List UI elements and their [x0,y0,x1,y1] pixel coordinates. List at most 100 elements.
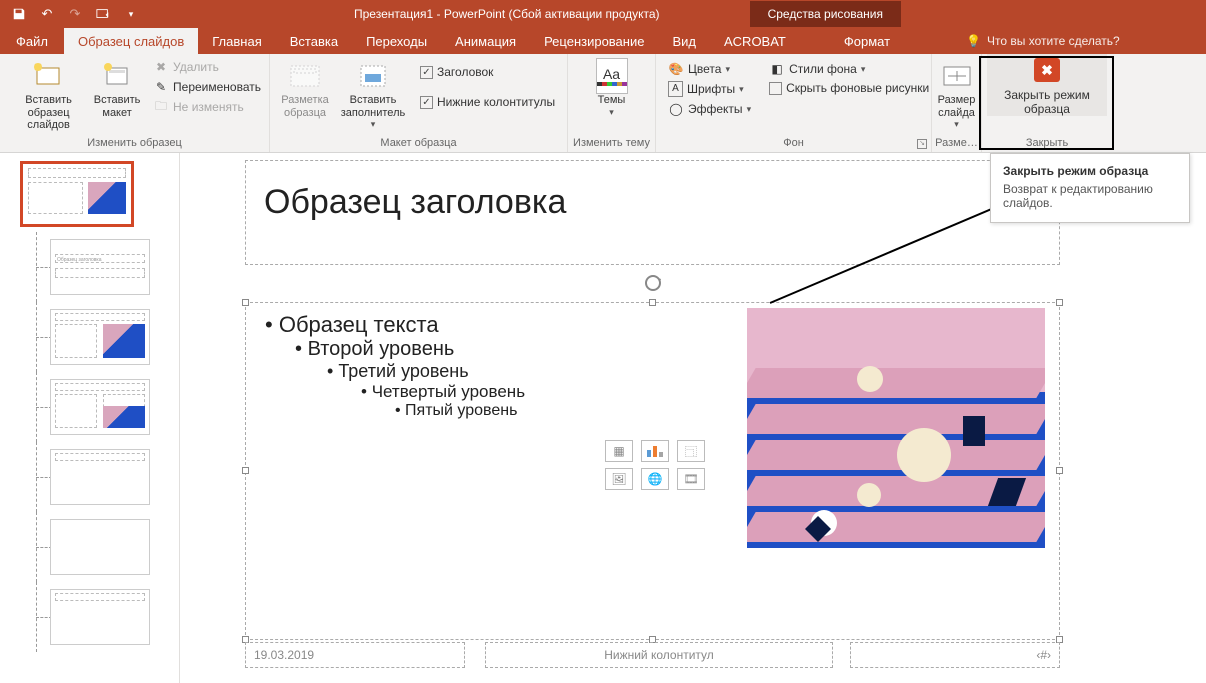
checkbox-icon: ✓ [420,66,433,79]
title-placeholder[interactable]: Образец заголовка [245,160,1060,265]
tooltip: Закрыть режим образца Возврат к редактир… [990,153,1190,223]
insert-table-icon[interactable]: ▦ [605,440,633,462]
insert-picture-icon[interactable]: 🖼 [605,468,633,490]
tell-me-placeholder: Что вы хотите сделать? [987,34,1120,48]
tell-me-search[interactable]: 💡 Что вы хотите сделать? [966,28,1120,54]
colors-button[interactable]: 🎨Цвета▾ [666,60,753,78]
close-icon: ✖ [1034,58,1060,82]
group-label: Разме… [932,135,981,152]
ribbon-tabs: Файл Образец слайдов Главная Вставка Пер… [0,28,1206,54]
group-label: Макет образца [270,135,567,152]
themes-icon: Aa [596,58,628,94]
slide-number-placeholder[interactable]: ‹#› [850,642,1060,668]
preserve-button: 🗀Не изменять [151,98,263,116]
preserve-icon: 🗀 [153,99,169,115]
date-placeholder[interactable]: 19.03.2019 [245,642,465,668]
insert-placeholder-icon [357,60,389,92]
colors-icon: 🎨 [668,61,684,77]
thumbnail-pane[interactable]: Образец заголовка [0,153,180,683]
rotate-handle-icon[interactable] [642,272,664,294]
tab-insert[interactable]: Вставка [276,28,352,54]
effects-icon: ◯ [668,101,684,117]
lightbulb-icon: 💡 [966,34,981,48]
hide-background-checkbox[interactable]: Скрыть фоновые рисунки [767,80,931,96]
tab-home[interactable]: Главная [198,28,275,54]
picture-placeholder[interactable] [747,308,1045,548]
tab-review[interactable]: Рецензирование [530,28,658,54]
insert-layout-button[interactable]: Вставить макет [91,58,143,119]
redo-button[interactable]: ↷ [62,2,88,26]
insert-slide-master-button[interactable]: Вставить образец слайдов [6,58,91,132]
chevron-down-icon: ▾ [609,107,614,117]
slide-size-button[interactable]: Размер слайда▾ [938,58,976,130]
close-master-view-button[interactable]: ✖ Закрыть режим образца [987,54,1107,116]
group-edit-theme: Aa Темы ▾ Изменить тему [568,54,656,152]
fonts-icon: A [668,81,683,97]
insert-slide-master-icon [33,60,65,92]
checkbox-icon [769,82,782,95]
insert-smartart-icon[interactable]: ⿹ [677,440,705,462]
insert-online-picture-icon[interactable]: 🌐 [641,468,669,490]
tab-acrobat[interactable]: ACROBAT [710,28,800,54]
slide-canvas[interactable]: Образец заголовка Образец текста Второй … [180,153,1206,683]
start-from-beginning-button[interactable] [90,2,116,26]
tab-slide-master[interactable]: Образец слайдов [64,28,198,54]
tab-view[interactable]: Вид [658,28,710,54]
title-checkbox[interactable]: ✓Заголовок [418,64,557,80]
layout-thumbnail[interactable] [0,379,179,435]
master-thumbnail[interactable] [0,163,179,225]
tab-file[interactable]: Файл [0,28,64,54]
themes-button[interactable]: Aa Темы ▾ [583,58,641,117]
ribbon: Вставить образец слайдов Вставить макет … [0,54,1206,153]
dialog-launcher-icon[interactable]: ↘ [917,139,927,149]
window-title: Презентация1 - PowerPoint (Сбой активаци… [354,7,660,21]
insert-video-icon[interactable]: 🎞 [677,468,705,490]
layout-thumbnail[interactable] [0,309,179,365]
group-label: Изменить образец [0,135,269,152]
insert-chart-icon[interactable] [641,440,669,462]
layout-thumbnail[interactable] [0,589,179,645]
placeholder-content-icons: ▦ ⿹ 🖼 🌐 🎞 [605,440,707,490]
tab-animations[interactable]: Анимация [441,28,530,54]
layout-thumbnail[interactable] [0,519,179,575]
chevron-down-icon: ▾ [371,119,376,129]
checkbox-icon: ✓ [420,96,433,109]
tab-format[interactable]: Формат [830,28,904,54]
insert-layout-icon [101,60,133,92]
group-size: Размер слайда▾ Разме… [932,54,982,152]
quick-access-toolbar: ↶ ↷ ▾ [0,2,144,26]
footer-placeholder[interactable]: Нижний колонтитул [485,642,833,668]
rename-button[interactable]: ✎Переименовать [151,78,263,96]
delete-icon: ✖ [153,59,169,75]
qat-customize-button[interactable]: ▾ [118,2,144,26]
group-label: Закрыть [982,135,1112,152]
slide: Образец заголовка Образец текста Второй … [245,160,1060,668]
fonts-button[interactable]: AШрифты▾ [666,80,753,98]
title-bar: ↶ ↷ ▾ Презентация1 - PowerPoint (Сбой ак… [0,0,1206,28]
effects-button[interactable]: ◯Эффекты▾ [666,100,753,118]
delete-layout-button: ✖Удалить [151,58,263,76]
group-label: Фон↘ [656,135,931,152]
workspace: Образец заголовка Образец заголовка [0,153,1206,683]
group-close: ✖ Закрыть режим образца Закрыть [982,54,1112,152]
background-styles-button[interactable]: ◧Стили фона▾ [767,60,931,78]
tooltip-title: Закрыть режим образца [1003,164,1177,178]
save-button[interactable] [6,2,32,26]
slide-size-icon [941,60,973,92]
group-edit-master: Вставить образец слайдов Вставить макет … [0,54,270,152]
layout-thumbnail[interactable]: Образец заголовка [0,239,179,295]
tab-transitions[interactable]: Переходы [352,28,441,54]
layout-thumbnail[interactable] [0,449,179,505]
tooltip-body: Возврат к редактированию слайдов. [1003,182,1177,210]
group-master-layout: Разметка образца Вставить заполнитель ▾ … [270,54,568,152]
group-background: 🎨Цвета▾ AШрифты▾ ◯Эффекты▾ ◧Стили фона▾ … [656,54,932,152]
footers-checkbox[interactable]: ✓Нижние колонтитулы [418,94,557,110]
insert-placeholder-button[interactable]: Вставить заполнитель ▾ [334,58,412,130]
undo-button[interactable]: ↶ [34,2,60,26]
master-layout-icon [289,60,321,92]
rename-icon: ✎ [153,79,169,95]
bg-styles-icon: ◧ [769,61,785,77]
contextual-tab-label: Средства рисования [750,1,901,27]
group-label: Изменить тему [568,135,655,152]
master-layout-button: Разметка образца [276,58,334,119]
